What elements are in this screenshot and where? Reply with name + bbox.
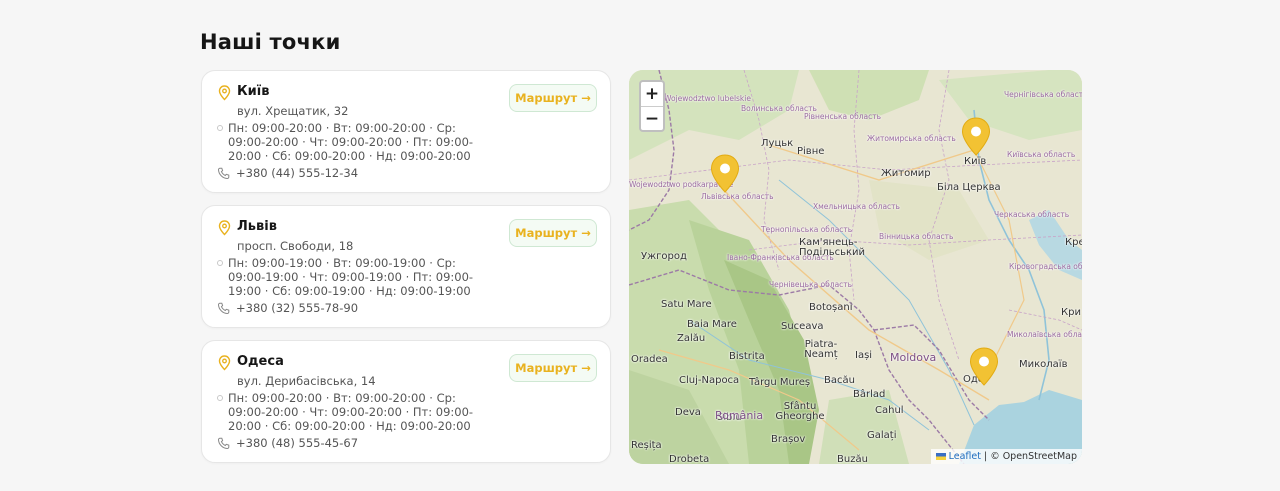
- map-city-label: Deva: [675, 407, 701, 418]
- map-region-label: Кіровоградська область: [1009, 262, 1082, 271]
- location-hours: Пн: 09:00-20:00 · Вт: 09:00-20:00 · Ср: …: [228, 121, 474, 163]
- location-address: вул. Хрещатик, 32: [237, 104, 349, 118]
- map-city-label: Cluj-Napoca: [679, 375, 740, 386]
- map-city-label: Oradea: [631, 354, 668, 365]
- location-pin-icon: [218, 220, 231, 236]
- map-region-label: Тернопільська область: [761, 225, 853, 234]
- map-city-label: Brașov: [771, 434, 806, 445]
- location-card-odesa: Одеса вул. Дерибасівська, 14 Пн: 09:00-2…: [201, 340, 611, 463]
- map-city-label: Київ: [964, 156, 987, 167]
- page-title: Наші точки: [200, 30, 341, 54]
- map-marker-lviv[interactable]: [710, 154, 740, 194]
- location-address: вул. Дерибасівська, 14: [237, 374, 376, 388]
- map[interactable]: Wojewodztwo lubelskie Волинська область …: [629, 70, 1082, 464]
- location-address: просп. Свободи, 18: [237, 239, 354, 253]
- location-city: Львів: [237, 219, 277, 234]
- map-city-label: Reșița: [631, 440, 662, 451]
- map-city-label: Житомир: [881, 168, 931, 179]
- map-city-label: Iași: [855, 350, 873, 361]
- route-button[interactable]: Маршрут →: [509, 219, 597, 247]
- location-hours: Пн: 09:00-19:00 · Вт: 09:00-19:00 · Ср: …: [228, 256, 474, 298]
- map-city-label: Bacău: [824, 375, 855, 386]
- location-card-kyiv: Київ вул. Хрещатик, 32 Пн: 09:00-20:00 ·…: [201, 70, 611, 193]
- map-city-label: Кре: [1065, 237, 1082, 248]
- phone-icon: [217, 302, 230, 315]
- map-region-label: Житомирська область: [867, 134, 956, 143]
- map-city-label: Bârlad: [853, 389, 886, 400]
- location-hours: Пн: 09:00-20:00 · Вт: 09:00-20:00 · Ср: …: [228, 391, 474, 433]
- leaflet-link[interactable]: Leaflet: [949, 451, 981, 462]
- location-phone[interactable]: +380 (32) 555-78-90: [236, 301, 358, 315]
- map-city-label: Piatra-Neamț: [804, 339, 838, 360]
- map-city-label: Cahul: [875, 405, 904, 416]
- map-region-label: Хмельницька область: [813, 202, 900, 211]
- location-city: Київ: [237, 84, 270, 99]
- map-city-label: Sfântu Gheorghe: [775, 401, 825, 422]
- zoom-out-button[interactable]: −: [641, 106, 663, 130]
- map-city-label: Galați: [867, 430, 897, 441]
- map-city-label: Târgu Mureș: [749, 377, 811, 388]
- map-city-label: Ужгород: [641, 251, 687, 262]
- location-pin-icon: [218, 355, 231, 371]
- location-phone[interactable]: +380 (48) 555-45-67: [236, 436, 358, 450]
- map-region-label: Чернігівська область: [1004, 90, 1082, 99]
- clock-icon: [217, 395, 223, 401]
- map-attribution: Leaflet | © OpenStreetMap: [930, 449, 1082, 464]
- map-region-label: Чернівецька область: [769, 280, 853, 289]
- map-city-label: Botoșani: [809, 302, 853, 313]
- clock-icon: [217, 125, 223, 131]
- phone-icon: [217, 437, 230, 450]
- map-city-label: Біла Церква: [937, 182, 1001, 193]
- location-city: Одеса: [237, 354, 284, 369]
- map-marker-odesa[interactable]: [969, 347, 999, 387]
- attribution-separator: |: [983, 451, 988, 462]
- map-city-label: Zalău: [677, 333, 706, 344]
- route-button[interactable]: Маршрут →: [509, 354, 597, 382]
- map-region-label: Київська область: [1007, 150, 1076, 159]
- osm-attribution[interactable]: © OpenStreetMap: [990, 451, 1077, 462]
- map-city-label: Bistrița: [729, 351, 765, 362]
- location-phone[interactable]: +380 (44) 555-12-34: [236, 166, 358, 180]
- map-city-label: Baia Mare: [687, 319, 737, 330]
- map-city-label: Suceava: [781, 321, 824, 332]
- location-pin-icon: [218, 85, 231, 101]
- map-city-label: Satu Mare: [661, 299, 712, 310]
- map-region-label: Миколаївська область: [1007, 330, 1082, 339]
- map-city-label: Луцьк: [761, 138, 794, 149]
- zoom-control: + −: [639, 80, 665, 132]
- map-city-label: Миколаїв: [1019, 359, 1068, 370]
- ukraine-flag-icon: [935, 453, 946, 460]
- map-region-label: Wojewodztwo lubelskie: [664, 94, 751, 103]
- clock-icon: [217, 260, 223, 266]
- map-country-label: România: [715, 409, 764, 422]
- map-city-label: Drobeta: [669, 454, 710, 464]
- location-card-lviv: Львів просп. Свободи, 18 Пн: 09:00-19:00…: [201, 205, 611, 328]
- route-button[interactable]: Маршрут →: [509, 84, 597, 112]
- map-region-label: Черкаська область: [994, 210, 1070, 219]
- map-marker-kyiv[interactable]: [961, 117, 991, 157]
- map-city-label: Кам'янець-Подільський: [799, 237, 866, 258]
- map-city-label: Рівне: [797, 146, 825, 157]
- map-city-label: Кри: [1061, 307, 1081, 318]
- phone-icon: [217, 167, 230, 180]
- zoom-in-button[interactable]: +: [641, 82, 663, 106]
- map-country-label: Moldova: [890, 351, 937, 364]
- map-region-label: Вінницька область: [879, 232, 954, 241]
- map-region-label: Рівненська область: [804, 112, 882, 121]
- map-city-label: Buzău: [837, 454, 868, 464]
